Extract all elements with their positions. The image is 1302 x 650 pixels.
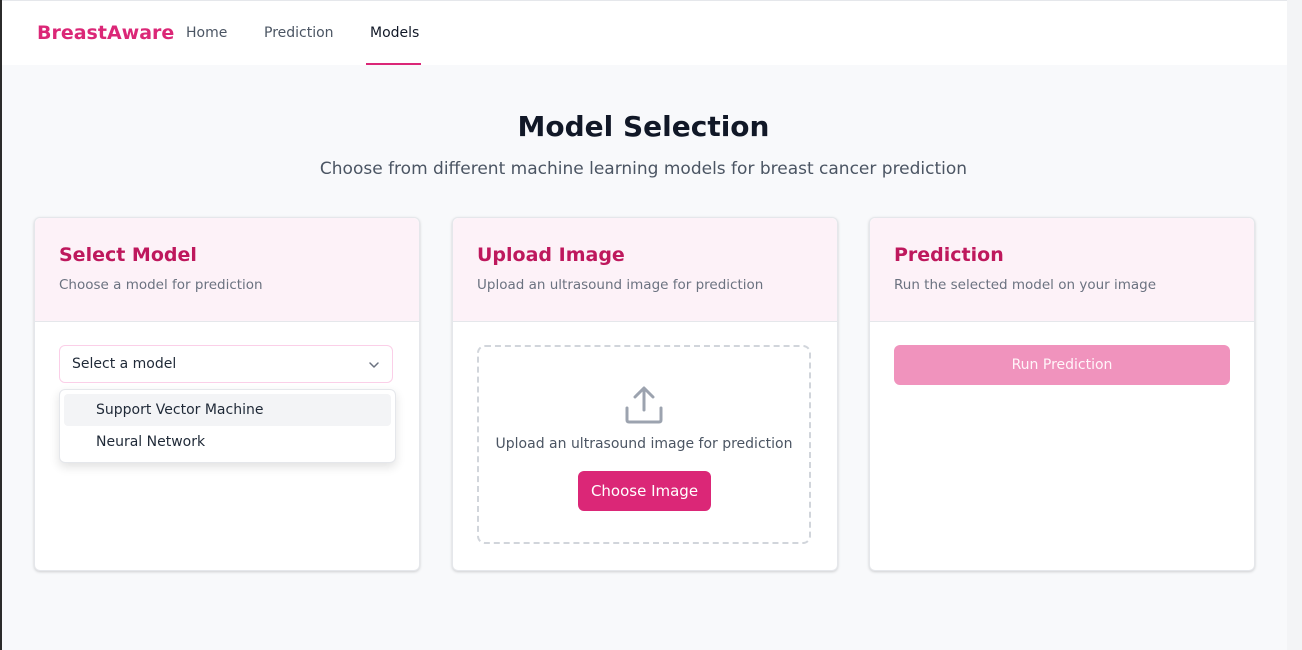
card-header: Select Model Choose a model for predicti… xyxy=(35,218,419,322)
card-title: Upload Image xyxy=(477,244,625,266)
active-tab-indicator xyxy=(366,63,421,65)
chevron-down-icon xyxy=(369,362,379,368)
upload-dropzone[interactable]: Upload an ultrasound image for predictio… xyxy=(477,345,811,544)
page-subtitle: Choose from different machine learning m… xyxy=(319,159,968,179)
nav-link-prediction[interactable]: Prediction xyxy=(264,25,334,41)
card-description: Choose a model for prediction xyxy=(59,277,263,293)
model-select[interactable]: Select a model xyxy=(59,345,393,383)
select-value: Select a model xyxy=(72,356,177,372)
window-edge xyxy=(0,0,2,650)
scrollbar-track[interactable] xyxy=(1287,0,1302,650)
upload-instructions: Upload an ultrasound image for predictio… xyxy=(495,436,793,452)
model-dropdown: Support Vector Machine Neural Network xyxy=(59,389,396,463)
prediction-card: Prediction Run the selected model on you… xyxy=(869,217,1255,571)
card-title: Select Model xyxy=(59,244,197,266)
run-prediction-button[interactable]: Run Prediction xyxy=(894,345,1230,385)
option-neural-network[interactable]: Neural Network xyxy=(64,426,391,458)
brand-logo[interactable]: BreastAware xyxy=(37,22,174,44)
card-description: Upload an ultrasound image for predictio… xyxy=(477,277,764,293)
upload-icon xyxy=(625,386,663,424)
top-navbar: BreastAware Home Prediction Models xyxy=(2,0,1287,65)
upload-image-card: Upload Image Upload an ultrasound image … xyxy=(452,217,838,571)
select-model-card: Select Model Choose a model for predicti… xyxy=(34,217,420,571)
card-header: Prediction Run the selected model on you… xyxy=(870,218,1254,322)
card-header: Upload Image Upload an ultrasound image … xyxy=(453,218,837,322)
nav-link-models[interactable]: Models xyxy=(370,25,419,41)
option-support-vector-machine[interactable]: Support Vector Machine xyxy=(64,394,391,426)
page-title: Model Selection xyxy=(517,110,770,143)
choose-image-button[interactable]: Choose Image xyxy=(578,471,711,511)
nav-link-home[interactable]: Home xyxy=(186,25,227,41)
card-description: Run the selected model on your image xyxy=(894,277,1157,293)
card-title: Prediction xyxy=(894,244,1004,266)
